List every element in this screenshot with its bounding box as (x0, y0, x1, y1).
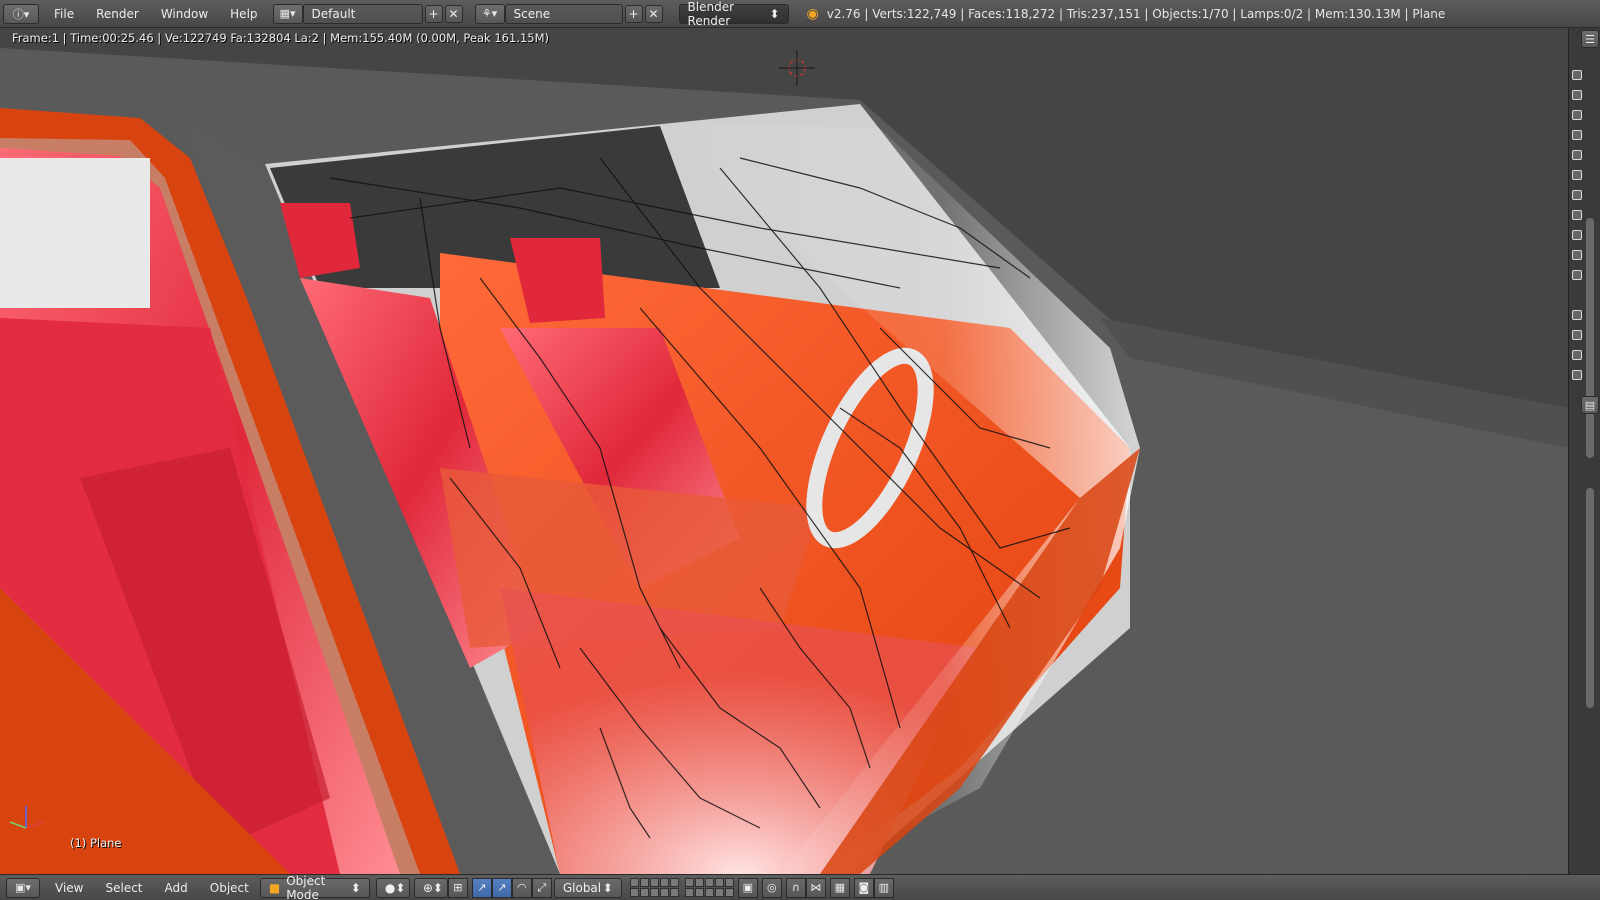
camera-icon[interactable] (1572, 230, 1582, 240)
mode-label: Object Mode (286, 873, 326, 900)
film-icon: ▥ (878, 881, 890, 894)
scene-stats: v2.76 | Verts:122,749 | Faces:118,272 | … (826, 6, 1446, 21)
magnet-icon: ∩ (791, 881, 800, 894)
snap-element-icon: ⋈ (810, 881, 822, 894)
camera-icon[interactable] (1572, 310, 1582, 320)
camera-icon[interactable] (1572, 170, 1582, 180)
delete-scene-button[interactable]: ✕ (644, 4, 663, 23)
rotate-toggle[interactable]: ◠ (511, 877, 532, 898)
scale-toggle[interactable]: ⤢ (531, 877, 552, 898)
add-layout-button[interactable]: + (424, 4, 443, 23)
viewport-scene (0, 28, 1568, 874)
layers-grid-b[interactable] (684, 878, 734, 897)
editor-type-button[interactable]: ▣▾ (6, 877, 40, 898)
blender-logo-icon: ◉ (806, 5, 819, 22)
camera-icon[interactable] (1572, 130, 1582, 140)
delete-layout-button[interactable]: ✕ (444, 4, 463, 23)
arrow-icon: ↗ (497, 881, 507, 894)
circle-icon: ◎ (767, 881, 777, 894)
outliner-editor-button[interactable]: ☰ (1581, 30, 1599, 48)
viewport-header: ▣▾ View Select Add Object ■ Object Mode … (0, 874, 1600, 900)
film-button[interactable]: ▥ (873, 877, 894, 898)
manipulator-icon: ↗ (477, 881, 487, 894)
camera-icon[interactable] (1572, 150, 1582, 160)
camera-icon: ◙ (858, 881, 870, 894)
outliner-scrollbar[interactable] (1586, 218, 1594, 458)
opengl-render-button[interactable]: ▦ (829, 877, 850, 898)
camera-icon[interactable] (1572, 370, 1582, 380)
render-engine-label: Blender Render (687, 0, 735, 28)
scale-icon: ⤢ (537, 880, 547, 894)
proportional-edit-button[interactable]: ◎ (761, 877, 782, 898)
pivot-icon: ⊕ (422, 880, 433, 895)
mode-select[interactable]: ■ Object Mode ⬍ (259, 874, 370, 900)
outliner-strip: ☰ ▤ (1568, 28, 1600, 874)
translate-toggle[interactable]: ↗ (491, 877, 512, 898)
menu-render[interactable]: Render (85, 0, 150, 28)
scene-field[interactable]: Scene (504, 3, 623, 24)
info-header: ⓘ▾ File Render Window Help ▦▾ Default + … (0, 0, 1600, 28)
camera-icon[interactable] (1572, 250, 1582, 260)
screen-layout-field[interactable]: Default (302, 3, 423, 24)
info-icon: ⓘ▾ (12, 7, 30, 21)
camera-icon[interactable] (1572, 190, 1582, 200)
menu-file[interactable]: File (43, 0, 85, 28)
scene-button[interactable]: ⚘▾ (474, 3, 505, 24)
chevron-updown-icon: ⬍ (350, 880, 361, 895)
shading-select[interactable]: ● ⬍ (375, 877, 410, 898)
lock-layers-button[interactable]: ▣ (737, 877, 758, 898)
render-icon: ▦ (834, 881, 846, 894)
camera-icon[interactable] (1572, 110, 1582, 120)
properties-scrollbar[interactable] (1586, 488, 1594, 708)
close-icon: ✕ (648, 6, 659, 21)
menu-help[interactable]: Help (219, 0, 268, 28)
render-info-text: Frame:1 | Time:00:25.46 | Ve:122749 Fa:1… (12, 31, 550, 45)
menu-add[interactable]: Add (154, 881, 199, 895)
menu-window[interactable]: Window (150, 0, 219, 28)
chevron-updown-icon: ⬍ (769, 6, 780, 21)
menu-object[interactable]: Object (199, 881, 260, 895)
screen-layout-button[interactable]: ▦▾ (272, 3, 303, 24)
editor-type-button[interactable]: ⓘ▾ (3, 3, 39, 24)
camera-icon[interactable] (1572, 350, 1582, 360)
properties-icon: ▤ (1584, 398, 1596, 412)
close-icon: ✕ (448, 6, 459, 21)
orientation-select[interactable]: Global ⬍ (553, 877, 622, 898)
render-engine-select[interactable]: Blender Render ⬍ (678, 0, 789, 28)
add-scene-button[interactable]: + (624, 4, 643, 23)
properties-editor-button[interactable]: ▤ (1581, 396, 1599, 414)
occlusion-toggle[interactable]: ⊞ (447, 877, 468, 898)
manipulator-toggle[interactable]: ↗ (471, 877, 492, 898)
orientation-label: Global (562, 880, 602, 895)
grid-icon: ⊞ (453, 881, 463, 894)
screen-layout-icon: ▦▾ (279, 7, 296, 20)
3d-viewport[interactable]: Frame:1 | Time:00:25.46 | Ve:122749 Fa:1… (0, 28, 1568, 874)
shading-sphere-icon: ● (384, 880, 396, 895)
pivot-select[interactable]: ⊕ ⬍ (413, 877, 448, 898)
camera-icon[interactable] (1572, 90, 1582, 100)
object-mode-icon: ■ (268, 880, 281, 895)
lock-icon: ▣ (742, 881, 754, 894)
menu-select[interactable]: Select (94, 881, 153, 895)
plus-icon: + (428, 6, 439, 21)
editor-type-icon: ▣▾ (15, 881, 31, 894)
scene-icon: ⚘▾ (481, 7, 498, 20)
chevron-updown-icon: ⬍ (602, 880, 613, 895)
camera-icon[interactable] (1572, 210, 1582, 220)
snap-toggle[interactable]: ∩ (785, 877, 806, 898)
layers-grid-a[interactable] (629, 878, 679, 897)
opengl-animation-button[interactable]: ◙ (853, 877, 874, 898)
camera-icon[interactable] (1572, 70, 1582, 80)
outliner-icon: ☰ (1585, 32, 1595, 46)
rotate-icon: ◠ (517, 881, 527, 894)
camera-icon[interactable] (1572, 330, 1582, 340)
active-object-label: (1) Plane (70, 836, 122, 850)
camera-icon[interactable] (1572, 270, 1582, 280)
snap-element-select[interactable]: ⋈ (805, 877, 826, 898)
menu-view[interactable]: View (44, 881, 94, 895)
plus-icon: + (628, 6, 639, 21)
